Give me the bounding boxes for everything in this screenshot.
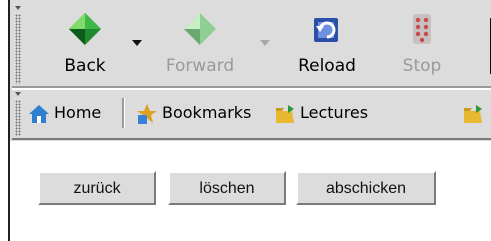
back-history-dropdown[interactable] bbox=[132, 40, 142, 46]
clear-form-button[interactable]: löschen bbox=[168, 171, 286, 205]
window-left-border bbox=[0, 0, 10, 241]
forward-label: Forward bbox=[165, 56, 235, 76]
lectures-folder[interactable]: Lectures bbox=[274, 96, 368, 130]
submit-form-button[interactable]: abschicken bbox=[296, 171, 436, 205]
page-content: zurück löschen abschicken bbox=[12, 141, 491, 241]
folder-overflow[interactable] bbox=[462, 96, 488, 130]
forward-history-dropdown[interactable] bbox=[260, 40, 270, 46]
lectures-label: Lectures bbox=[300, 103, 369, 122]
collapse-arrow-icon[interactable] bbox=[15, 6, 21, 10]
personal-toolbar: Home Bookmarks Lectures bbox=[12, 90, 491, 138]
toolbar-grip-handle[interactable] bbox=[14, 4, 22, 86]
collapse-arrow-icon[interactable] bbox=[15, 92, 21, 96]
stop-icon bbox=[413, 14, 431, 44]
folder-icon bbox=[464, 104, 482, 123]
back-label: Back bbox=[64, 56, 106, 76]
forward-button[interactable]: Forward bbox=[150, 4, 250, 86]
reload-icon bbox=[314, 18, 338, 42]
back-arrow-icon bbox=[69, 13, 101, 45]
chrome-bottom-border bbox=[12, 138, 491, 140]
back-button[interactable]: Back bbox=[44, 4, 126, 86]
bookmarks-label: Bookmarks bbox=[162, 103, 252, 122]
stop-button[interactable]: Stop bbox=[382, 4, 462, 86]
forward-arrow-icon bbox=[184, 13, 216, 45]
personal-toolbar-grip[interactable] bbox=[14, 90, 22, 138]
reload-button[interactable]: Reload bbox=[284, 4, 370, 86]
grip-dots bbox=[15, 100, 21, 136]
home-icon bbox=[29, 104, 49, 123]
reload-label: Reload bbox=[298, 56, 356, 76]
stop-label: Stop bbox=[402, 56, 442, 76]
bookmarks-menu-button[interactable]: Bookmarks bbox=[136, 96, 251, 130]
bookmarks-icon bbox=[137, 103, 157, 124]
home-label: Home bbox=[54, 103, 102, 122]
bookmark-separator bbox=[122, 98, 125, 128]
grip-dots bbox=[15, 14, 21, 84]
back-form-button[interactable]: zurück bbox=[38, 171, 156, 205]
home-button[interactable]: Home bbox=[28, 96, 101, 130]
folder-icon bbox=[276, 104, 294, 123]
navigation-toolbar: Back Forward Reload Stop bbox=[12, 4, 491, 86]
